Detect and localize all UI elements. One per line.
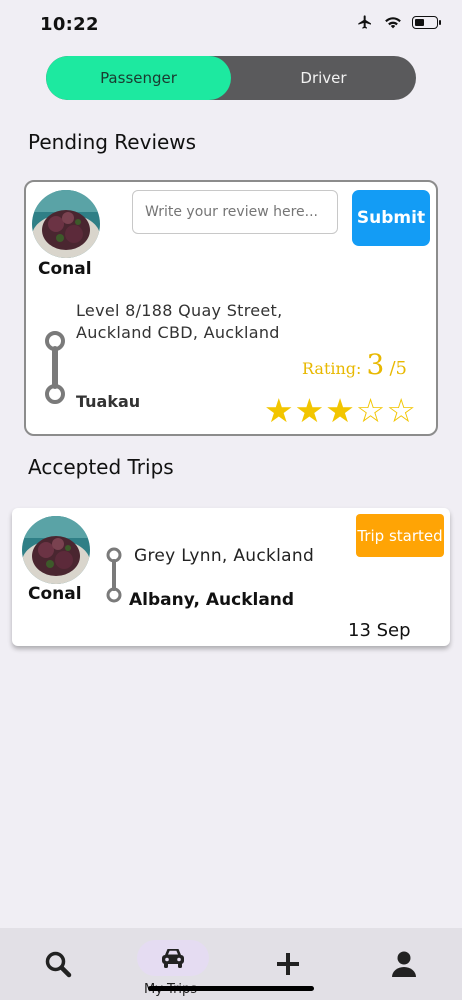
driver-tab[interactable]: Driver <box>231 56 416 100</box>
passenger-tab[interactable]: Passenger <box>46 56 231 100</box>
rating-value: 3 <box>366 348 385 381</box>
person-icon <box>392 951 416 977</box>
avatar[interactable] <box>32 190 100 258</box>
nav-profile[interactable] <box>368 928 440 1000</box>
avatar-food-image <box>22 516 90 584</box>
star-rating[interactable]: ★ ★ ★ ☆ ☆ <box>264 394 416 427</box>
battery-icon <box>412 15 441 29</box>
status-icons <box>356 14 441 30</box>
reviewee-name: Conal <box>38 259 92 279</box>
route-icon <box>106 547 122 603</box>
rating-label: Rating: <box>302 359 362 378</box>
search-icon <box>45 951 72 978</box>
accepted-trips-title: Accepted Trips <box>28 455 174 479</box>
airplane-icon <box>358 15 371 29</box>
nav-search[interactable] <box>22 928 94 1000</box>
trip-status-badge: Trip started <box>356 514 444 557</box>
rating-max: /5 <box>389 358 407 379</box>
avatar[interactable] <box>22 516 90 584</box>
trip-dropoff: Albany, Auckland <box>129 590 295 610</box>
nav-my-trips[interactable] <box>137 928 209 988</box>
role-toggle: Driver Passenger <box>46 56 416 100</box>
star-icon[interactable]: ★ <box>264 394 294 427</box>
trip-driver-name: Conal <box>28 584 82 604</box>
plus-icon <box>277 953 299 975</box>
route-icon <box>45 331 65 404</box>
review-input[interactable] <box>132 190 338 234</box>
trip-pickup: Grey Lynn, Auckland <box>134 546 315 566</box>
home-indicator <box>148 986 314 991</box>
pickup-address: Level 8/188 Quay Street, Auckland CBD, A… <box>76 301 283 342</box>
avatar-food-image <box>32 190 100 258</box>
star-icon[interactable]: ★ <box>295 394 325 427</box>
car-icon <box>162 949 184 968</box>
pending-reviews-title: Pending Reviews <box>28 130 197 154</box>
accepted-trip-card[interactable]: Conal Grey Lynn, Auckland Albany, Auckla… <box>12 508 450 646</box>
rating-display: Rating: 3 /5 <box>302 348 407 381</box>
pending-review-card: Conal Submit Level 8/188 Quay Street, Au… <box>24 180 438 436</box>
status-time: 10:22 <box>40 14 99 35</box>
dropoff-address: Tuakau <box>76 392 141 411</box>
submit-button[interactable]: Submit <box>352 190 430 246</box>
star-outline-icon[interactable]: ☆ <box>356 394 386 427</box>
star-icon[interactable]: ★ <box>325 394 355 427</box>
star-outline-icon[interactable]: ☆ <box>386 394 416 427</box>
wifi-icon <box>385 17 401 29</box>
trip-date: 13 Sep <box>348 620 411 641</box>
